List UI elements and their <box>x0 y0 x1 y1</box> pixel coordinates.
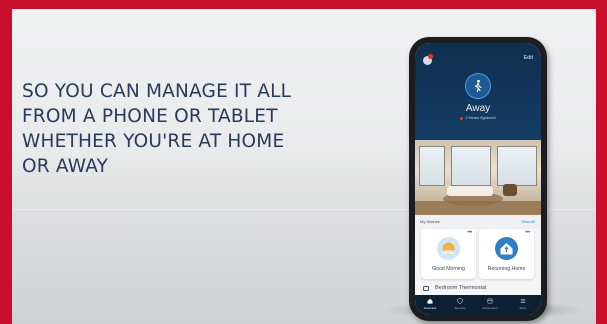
headline: SO YOU CAN MANAGE IT ALL FROM A PHONE OR… <box>22 79 352 179</box>
room-sofa <box>447 186 493 196</box>
tab-label: Security <box>454 306 466 310</box>
camera-image[interactable] <box>415 140 541 215</box>
window <box>419 146 445 186</box>
notification-badge <box>428 54 433 59</box>
headline-line-2: FROM A PHONE OR TABLET <box>22 106 278 127</box>
scenes-title: My Scenes <box>420 219 440 224</box>
walking-person-icon <box>474 79 482 93</box>
home-icon <box>500 243 513 255</box>
thermostat-icon <box>423 286 429 291</box>
tab-label: More <box>519 306 527 310</box>
scene-label: Returning Home <box>487 266 526 272</box>
scene-icon-circle <box>437 237 460 260</box>
tab-security[interactable]: Security <box>448 298 472 310</box>
scene-card-good-morning[interactable]: ••• Good Morning <box>421 229 476 279</box>
arm-status-subtitle: 1 Sensor Bypassed <box>415 116 541 120</box>
menu-icon <box>520 299 526 303</box>
arm-away-button[interactable] <box>465 73 491 99</box>
alert-dot-icon <box>460 116 464 120</box>
headline-line-3: WHETHER YOU'RE AT HOME <box>22 131 285 152</box>
shield-icon <box>457 298 463 304</box>
home-icon <box>427 298 433 304</box>
scene-label: Good Morning <box>432 266 465 272</box>
scenes-header: My Scenes View All <box>415 215 541 229</box>
tab-more[interactable]: More <box>511 298 535 310</box>
window <box>497 146 537 186</box>
device-row-thermostat[interactable]: Bedroom Thermostat <box>415 283 541 295</box>
tab-label: Overview <box>423 306 437 310</box>
headline-line-1: SO YOU CAN MANAGE IT ALL <box>22 81 292 102</box>
headline-line-4: OR AWAY <box>22 156 109 177</box>
more-options-icon[interactable]: ••• <box>525 230 530 236</box>
phone-screen: Edit Away 1 Sensor Bypassed My Scenes Vi… <box>415 43 541 315</box>
tab-overview[interactable]: Overview <box>418 298 442 310</box>
more-options-icon[interactable]: ••• <box>467 230 472 236</box>
device-name: Bedroom Thermostat <box>435 285 487 291</box>
phone: Edit Away 1 Sensor Bypassed My Scenes Vi… <box>409 37 547 321</box>
window <box>451 146 491 186</box>
security-header: Edit Away 1 Sensor Bypassed <box>415 43 541 140</box>
scene-icon-circle <box>495 237 518 260</box>
arm-status-subtitle-text: 1 Sensor Bypassed <box>465 116 496 120</box>
tab-label: Automation <box>482 306 498 310</box>
edit-button[interactable]: Edit <box>524 55 533 61</box>
room-chair <box>503 184 517 196</box>
view-all-link[interactable]: View All <box>521 219 535 224</box>
sun-icon <box>442 242 455 255</box>
scene-card-returning-home[interactable]: ••• Returning Home <box>479 229 534 279</box>
bottom-tab-bar: Overview Security Automation More <box>415 295 541 315</box>
tab-automation[interactable]: Automation <box>478 298 502 310</box>
video-frame: SO YOU CAN MANAGE IT ALL FROM A PHONE OR… <box>12 9 596 324</box>
automation-icon <box>487 298 493 304</box>
arm-status-label: Away <box>465 103 491 114</box>
